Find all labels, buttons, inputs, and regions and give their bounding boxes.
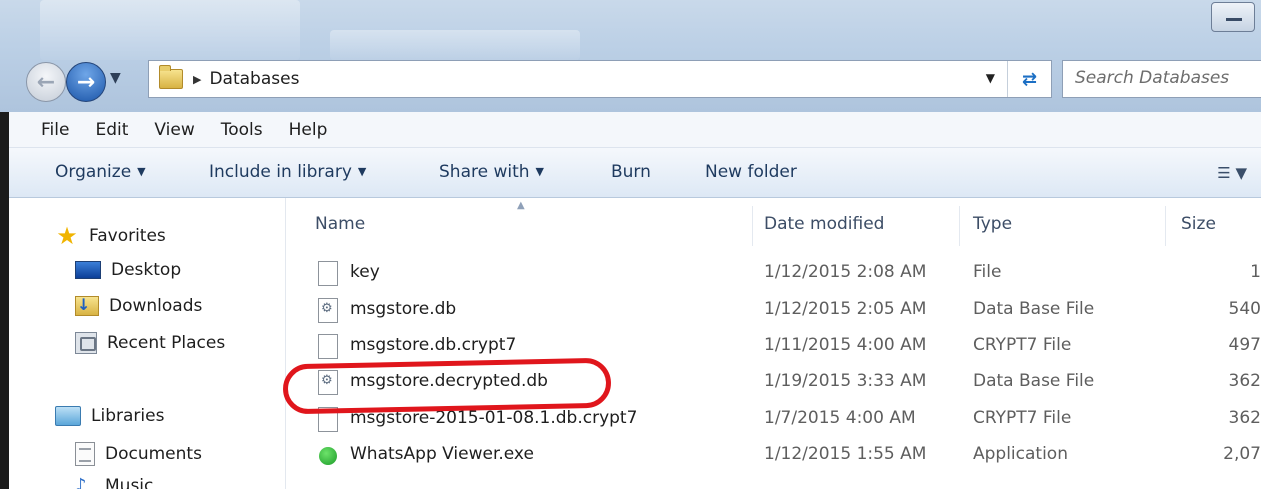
file-size: 497 <box>1228 335 1261 355</box>
libraries-icon <box>55 406 81 426</box>
nav-music[interactable]: ♪ Music <box>75 476 153 489</box>
new-folder-button[interactable]: New folder <box>705 162 797 182</box>
include-in-library-button[interactable]: Include in library ▼ <box>209 162 366 182</box>
file-date-modified: 1/12/2015 2:05 AM <box>764 299 927 319</box>
column-divider[interactable] <box>1165 206 1166 246</box>
column-header-type[interactable]: Type <box>973 214 1012 234</box>
file-date-modified: 1/19/2015 3:33 AM <box>764 371 927 391</box>
documents-icon <box>75 442 95 466</box>
burn-button[interactable]: Burn <box>611 162 651 182</box>
title-bar: ← → ▼ ▶ Databases ▼ ⇄ Search Databases <box>0 0 1261 112</box>
menu-bar: File Edit View Tools Help <box>9 112 1261 148</box>
nav-favorites[interactable]: ★ Favorites <box>55 224 166 248</box>
file-size: 362 <box>1228 371 1261 391</box>
file-name: key <box>350 262 380 282</box>
file-row[interactable]: msgstore.db.crypt7 1/11/2015 4:00 AM CRY… <box>287 329 1261 365</box>
nav-libraries-label: Libraries <box>91 406 165 426</box>
background-window-ghost <box>40 0 300 60</box>
recent-pages-dropdown-icon[interactable]: ▼ <box>110 70 121 86</box>
forward-arrow-icon: → <box>76 69 96 95</box>
file-icon <box>318 334 338 359</box>
music-icon: ♪ <box>75 475 87 489</box>
command-bar: Organize ▼ Include in library ▼ Share with… <box>9 148 1261 198</box>
downloads-icon <box>75 295 99 316</box>
breadcrumb-databases[interactable]: Databases <box>209 69 299 89</box>
organize-button[interactable]: Organize ▼ <box>55 162 146 182</box>
file-date-modified: 1/11/2015 4:00 AM <box>764 335 927 355</box>
file-type: File <box>973 262 1002 282</box>
db-file-icon <box>318 298 338 323</box>
column-divider[interactable] <box>752 206 753 246</box>
nav-recent-places[interactable]: Recent Places <box>75 332 225 354</box>
include-in-library-label: Include in library <box>209 162 352 182</box>
menu-edit[interactable]: Edit <box>82 120 141 140</box>
refresh-button[interactable]: ⇄ <box>1007 61 1051 97</box>
folder-icon <box>159 65 183 89</box>
recent-places-icon <box>75 332 97 354</box>
file-type: CRYPT7 File <box>973 408 1072 428</box>
file-list: ▲ Name Date modified Type Size key 1/12/… <box>287 198 1261 489</box>
minimize-button[interactable] <box>1211 2 1255 32</box>
file-type: Data Base File <box>973 371 1095 391</box>
address-dropdown-icon[interactable]: ▼ <box>986 71 995 85</box>
column-divider[interactable] <box>959 206 960 246</box>
menu-help[interactable]: Help <box>276 120 341 140</box>
search-input[interactable]: Search Databases <box>1062 60 1261 98</box>
file-size: 362 <box>1228 408 1261 428</box>
navigation-pane: ★ Favorites Desktop Downloads Recent Pla… <box>9 198 286 489</box>
file-size: 2,07 <box>1223 444 1261 464</box>
column-header-name[interactable]: Name <box>315 214 365 234</box>
file-name: WhatsApp Viewer.exe <box>350 444 534 464</box>
view-options-icon[interactable]: ☰ ▼ <box>1217 164 1247 182</box>
file-type: Application <box>973 444 1068 464</box>
file-size: 540 <box>1228 299 1261 319</box>
nav-downloads[interactable]: Downloads <box>75 295 203 316</box>
nav-favorites-label: Favorites <box>89 226 166 246</box>
file-name: msgstore.db <box>350 299 457 319</box>
refresh-icon: ⇄ <box>1021 68 1038 90</box>
menu-file[interactable]: File <box>9 120 82 140</box>
file-date-modified: 1/12/2015 1:55 AM <box>764 444 927 464</box>
nav-libraries[interactable]: Libraries <box>55 406 164 426</box>
file-row[interactable]: msgstore.db 1/12/2015 2:05 AM Data Base … <box>287 293 1261 329</box>
desktop-icon <box>75 261 101 279</box>
nav-music-label: Music <box>105 476 154 489</box>
chevron-down-icon: ▼ <box>535 165 544 178</box>
sort-ascending-icon: ▲ <box>517 200 525 211</box>
menu-view[interactable]: View <box>141 120 207 140</box>
file-name: msgstore.db.crypt7 <box>350 335 517 355</box>
organize-label: Organize <box>55 162 132 182</box>
nav-recent-places-label: Recent Places <box>107 333 226 353</box>
breadcrumb-chevron-icon[interactable]: ▶ <box>193 73 201 86</box>
menu-tools[interactable]: Tools <box>208 120 276 140</box>
column-header-date-modified[interactable]: Date modified <box>764 214 884 234</box>
file-type: Data Base File <box>973 299 1095 319</box>
share-with-label: Share with <box>439 162 530 182</box>
nav-downloads-label: Downloads <box>109 296 203 316</box>
whatsapp-app-icon <box>318 443 338 468</box>
file-row[interactable]: key 1/12/2015 2:08 AM File 1 <box>287 256 1261 292</box>
back-button[interactable]: ← <box>26 62 66 102</box>
file-date-modified: 1/12/2015 2:08 AM <box>764 262 927 282</box>
file-row[interactable]: WhatsApp Viewer.exe 1/12/2015 1:55 AM Ap… <box>287 438 1261 474</box>
file-size: 1 <box>1250 262 1261 282</box>
nav-desktop-label: Desktop <box>111 260 182 280</box>
file-date-modified: 1/7/2015 4:00 AM <box>764 408 916 428</box>
back-arrow-icon: ← <box>36 69 56 95</box>
column-header-size[interactable]: Size <box>1181 214 1216 234</box>
star-icon: ★ <box>56 222 78 250</box>
address-bar[interactable]: ▶ Databases ▼ ⇄ <box>148 60 1052 98</box>
nav-documents[interactable]: Documents <box>75 442 202 466</box>
file-icon <box>318 261 338 286</box>
nav-desktop[interactable]: Desktop <box>75 260 181 280</box>
chevron-down-icon: ▼ <box>357 165 367 178</box>
background-window-ghost <box>330 30 580 60</box>
nav-documents-label: Documents <box>105 444 202 464</box>
file-type: CRYPT7 File <box>973 335 1072 355</box>
share-with-button[interactable]: Share with ▼ <box>439 162 544 182</box>
red-highlight-annotation <box>282 357 612 415</box>
forward-button[interactable]: → <box>66 62 106 102</box>
chevron-down-icon: ▼ <box>137 165 146 178</box>
